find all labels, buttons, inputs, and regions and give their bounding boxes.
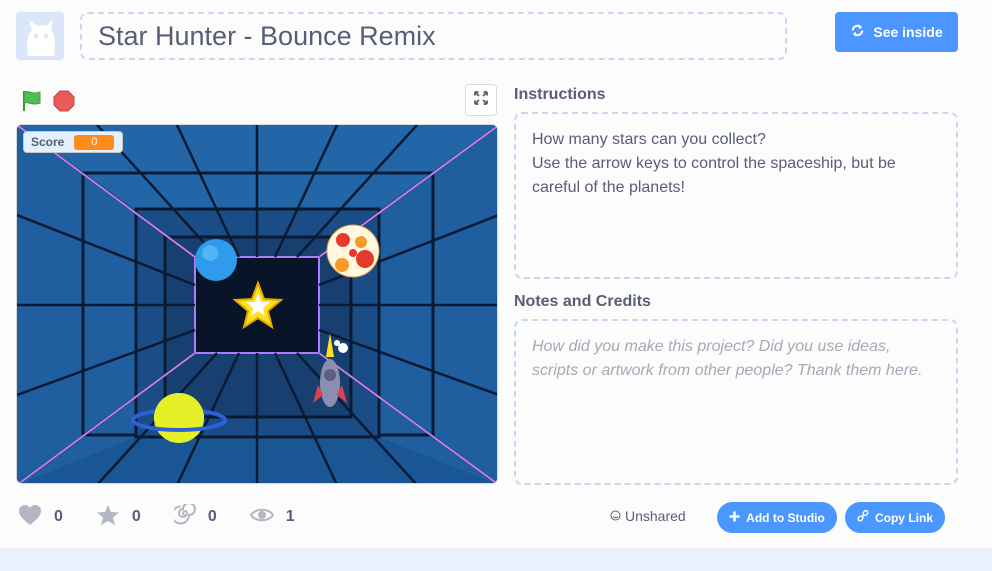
project-header: Star Hunter - Bounce Remix See inside	[0, 0, 992, 70]
add-to-studio-button[interactable]: Add to Studio	[717, 502, 837, 533]
stage-scene	[17, 125, 497, 483]
notes-heading: Notes and Credits	[514, 293, 651, 310]
remixes-count: 0	[207, 508, 217, 525]
loves-count: 0	[54, 508, 63, 525]
instructions-heading: Instructions	[514, 86, 606, 103]
loves-stat[interactable]: 0	[18, 504, 63, 531]
score-monitor-value: 0	[74, 134, 115, 150]
share-status: Unshared	[610, 508, 686, 524]
copy-link-button[interactable]: Copy Link	[845, 502, 945, 533]
project-stats: 0 0 0 1	[18, 501, 295, 531]
cat-avatar-icon[interactable]	[16, 12, 64, 60]
favorites-stat[interactable]: 0	[96, 504, 141, 531]
fullscreen-button[interactable]	[465, 84, 497, 116]
remixes-stat: 0	[170, 501, 217, 531]
remix-arrows-icon	[850, 23, 865, 41]
add-to-studio-label: Add to Studio	[746, 510, 825, 525]
see-inside-label: See inside	[873, 24, 943, 40]
instructions-field[interactable]: How many stars can you collect? Use the …	[514, 112, 958, 279]
project-title-input[interactable]: Star Hunter - Bounce Remix	[80, 12, 787, 60]
eye-icon	[249, 507, 274, 528]
unshared-icon	[610, 508, 621, 524]
plus-icon	[729, 511, 740, 525]
link-icon	[857, 509, 869, 525]
project-stage[interactable]: Score 0	[16, 124, 498, 484]
score-monitor: Score 0	[23, 131, 123, 153]
footer-strip	[0, 548, 992, 571]
score-monitor-label: Score	[31, 135, 65, 149]
notes-placeholder: How did you make this project? Did you u…	[532, 338, 923, 379]
green-flag-icon[interactable]	[20, 89, 44, 113]
star-icon	[96, 504, 120, 531]
remix-spiral-icon	[170, 501, 196, 531]
copy-link-label: Copy Link	[874, 510, 933, 525]
favorites-count: 0	[131, 508, 141, 525]
see-inside-button[interactable]: See inside	[835, 12, 958, 52]
fullscreen-icon	[474, 90, 488, 110]
share-status-text: Unshared	[625, 508, 686, 524]
project-title: Star Hunter - Bounce Remix	[98, 20, 436, 51]
instructions-text: How many stars can you collect? Use the …	[532, 131, 896, 196]
notes-field[interactable]: How did you make this project? Did you u…	[514, 319, 958, 485]
stop-icon[interactable]	[53, 90, 75, 112]
heart-icon	[18, 504, 42, 531]
views-stat: 1	[249, 507, 295, 528]
views-count: 1	[285, 508, 295, 525]
